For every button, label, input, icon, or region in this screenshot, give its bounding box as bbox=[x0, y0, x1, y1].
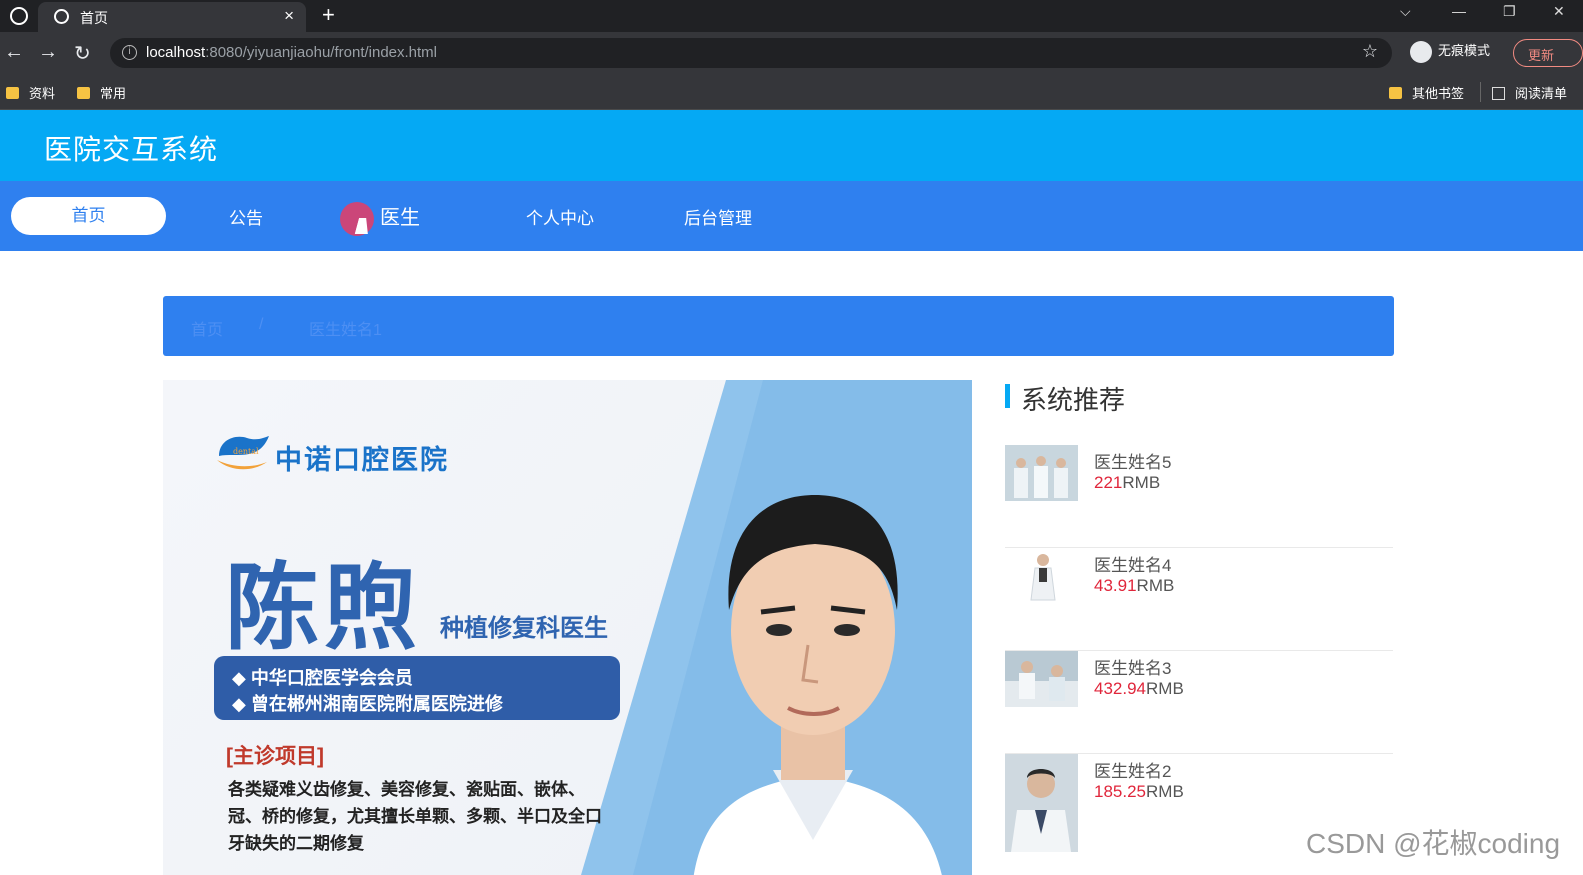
site-info-icon[interactable]: i bbox=[122, 45, 137, 60]
credential-line: ◆ 中华口腔医学会会员 bbox=[232, 668, 413, 688]
recommend-price: 43.91RMB bbox=[1094, 576, 1175, 595]
back-arrow-icon[interactable]: ← bbox=[4, 41, 24, 64]
folder-icon bbox=[1389, 87, 1402, 99]
recommend-item[interactable]: 医生姓名4 43.91RMB bbox=[1005, 548, 1393, 651]
breadcrumb: 首页 / 医生姓名1 bbox=[163, 296, 1394, 356]
credential-line: ◆ 曾在郴州湘南医院附属医院进修 bbox=[232, 694, 503, 714]
recommend-price: 221RMB bbox=[1094, 473, 1161, 492]
browser-tab-strip: 首页 × + ⌵ — ❐ ✕ bbox=[0, 0, 1583, 32]
reading-list-icon bbox=[1492, 87, 1505, 100]
bookmark-star-icon[interactable]: ☆ bbox=[1362, 41, 1378, 62]
new-tab-button[interactable]: + bbox=[322, 2, 335, 28]
url-text: localhost:8080/yiyuanjiaohu/front/index.… bbox=[146, 44, 438, 61]
recommend-title: 系统推荐 bbox=[1021, 385, 1126, 415]
recommend-item[interactable]: 医生姓名3 432.94RMB bbox=[1005, 651, 1393, 754]
recommend-doctor-name[interactable]: 医生姓名3 bbox=[1094, 654, 1171, 679]
mouse-pointer-icon bbox=[354, 218, 373, 234]
main-services-title: [主诊项目] bbox=[226, 745, 324, 768]
doctor-portrait-image bbox=[693, 495, 942, 875]
breadcrumb-home[interactable]: 首页 bbox=[191, 316, 223, 340]
incognito-icon bbox=[1410, 40, 1432, 63]
folder-icon bbox=[77, 87, 90, 99]
breadcrumb-separator: / bbox=[259, 316, 264, 333]
bookmark-divider bbox=[1480, 82, 1481, 102]
browser-toolbar: ← → ↻ i localhost:8080/yiyuanjiaohu/fron… bbox=[0, 32, 1583, 74]
recommend-header: 系统推荐 bbox=[1005, 380, 1393, 415]
hospital-name: 中诺口腔医院 bbox=[275, 445, 449, 476]
doctor-thumbnail-image[interactable] bbox=[1005, 651, 1078, 707]
recommend-price: 185.25RMB bbox=[1094, 782, 1184, 801]
nav-doctor[interactable]: 医生 bbox=[380, 201, 420, 230]
banner-doctor-name: 陈煦 bbox=[225, 553, 422, 663]
incognito-label: 无痕模式 bbox=[1438, 43, 1491, 58]
restore-button[interactable]: ❐ bbox=[1503, 3, 1516, 20]
bookmark-folder-other[interactable]: 其他书签 bbox=[1389, 83, 1464, 102]
minimize-button[interactable]: — bbox=[1452, 3, 1466, 19]
bookmark-folder-changyong[interactable]: 常用 bbox=[77, 83, 126, 102]
credentials-box: ◆ 中华口腔医学会会员 ◆ 曾在郴州湘南医院附属医院进修 bbox=[214, 656, 620, 720]
recommend-price: 432.94RMB bbox=[1094, 679, 1184, 698]
incognito-indicator[interactable]: 无痕模式 bbox=[1410, 40, 1490, 63]
site-title: 医院交互系统 bbox=[44, 134, 219, 165]
forward-arrow-icon[interactable]: → bbox=[38, 41, 58, 64]
breadcrumb-current: 医生姓名1 bbox=[309, 322, 382, 339]
update-button[interactable]: 更新 bbox=[1513, 39, 1583, 67]
doctor-thumbnail-image[interactable] bbox=[1005, 445, 1078, 501]
nav-announcement[interactable]: 公告 bbox=[229, 204, 263, 229]
tab-close-icon[interactable]: × bbox=[284, 6, 294, 26]
recommend-doctor-name[interactable]: 医生姓名4 bbox=[1094, 551, 1171, 576]
hospital-logo-icon: dental bbox=[217, 436, 269, 470]
doctor-banner-image: dental 中诺口腔医院 陈煦 种植修复科医生 ◆ 中华口腔医学会会员 ◆ 曾… bbox=[163, 380, 972, 875]
svg-text:dental: dental bbox=[233, 447, 259, 456]
close-window-button[interactable]: ✕ bbox=[1553, 3, 1565, 20]
banner-doctor-department: 种植修复科医生 bbox=[440, 615, 608, 642]
tab-title: 首页 bbox=[80, 10, 108, 26]
recommend-item[interactable]: 医生姓名5 221RMB bbox=[1005, 445, 1393, 548]
doctor-thumbnail-image[interactable] bbox=[1005, 754, 1078, 852]
bookmark-folder-ziliao[interactable]: 资料 bbox=[6, 83, 55, 102]
nav-home[interactable]: 首页 bbox=[11, 197, 166, 235]
main-services-description: 各类疑难义齿修复、美容修复、瓷贴面、嵌体、冠、桥的修复，尤其擅长单颗、多颗、半口… bbox=[228, 780, 602, 853]
doctor-thumbnail-image[interactable] bbox=[1005, 548, 1078, 604]
tab-search-icon[interactable]: ⌵ bbox=[1400, 3, 1411, 20]
address-bar[interactable]: i localhost:8080/yiyuanjiaohu/front/inde… bbox=[110, 38, 1392, 68]
recommend-doctor-name[interactable]: 医生姓名2 bbox=[1094, 757, 1171, 782]
recommend-doctor-name[interactable]: 医生姓名5 bbox=[1094, 448, 1171, 473]
reload-icon[interactable]: ↻ bbox=[74, 41, 91, 66]
nav-personal-center[interactable]: 个人中心 bbox=[526, 204, 594, 229]
recommend-accent-bar bbox=[1005, 384, 1010, 408]
tab-favicon-icon bbox=[54, 9, 69, 24]
browser-tab[interactable]: 首页 × bbox=[38, 2, 306, 32]
main-nav: 首页 公告 医生 个人中心 后台管理 bbox=[0, 181, 1583, 251]
nav-admin[interactable]: 后台管理 bbox=[684, 204, 752, 229]
browser-globe-icon[interactable] bbox=[10, 7, 28, 25]
bookmarks-bar: 资料 常用 其他书签 阅读清单 bbox=[0, 74, 1583, 110]
site-header: 医院交互系统 bbox=[0, 110, 1583, 181]
reading-list-button[interactable]: 阅读清单 bbox=[1492, 83, 1567, 102]
csdn-watermark: CSDN @花椒coding bbox=[1306, 828, 1561, 859]
folder-icon bbox=[6, 87, 19, 99]
